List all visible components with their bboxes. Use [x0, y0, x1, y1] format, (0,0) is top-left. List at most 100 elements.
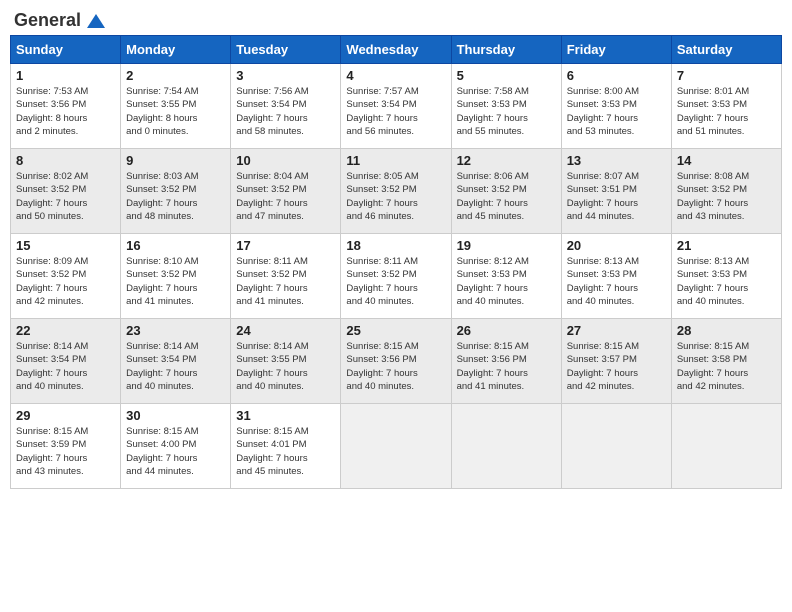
- day-number: 16: [126, 238, 225, 253]
- day-info: Sunrise: 8:01 AMSunset: 3:53 PMDaylight:…: [677, 86, 749, 137]
- header-friday: Friday: [561, 36, 671, 64]
- logo-general: General: [14, 10, 81, 31]
- calendar-cell: 24 Sunrise: 8:14 AMSunset: 3:55 PMDayligh…: [231, 319, 341, 404]
- day-info: Sunrise: 8:09 AMSunset: 3:52 PMDaylight:…: [16, 256, 88, 307]
- day-number: 18: [346, 238, 445, 253]
- calendar-cell: 1Sunrise: 7:53 AMSunset: 3:56 PMDaylight…: [11, 64, 121, 149]
- day-number: 24: [236, 323, 335, 338]
- day-info: Sunrise: 8:12 AMSunset: 3:53 PMDaylight:…: [457, 256, 529, 307]
- header-thursday: Thursday: [451, 36, 561, 64]
- day-number: 1: [16, 68, 115, 83]
- calendar-cell: 29Sunrise: 8:15 AMSunset: 3:59 PMDayligh…: [11, 404, 121, 489]
- day-number: 5: [457, 68, 556, 83]
- day-number: 6: [567, 68, 666, 83]
- calendar-week-5: 29Sunrise: 8:15 AMSunset: 3:59 PMDayligh…: [11, 404, 782, 489]
- calendar-cell: [671, 404, 781, 489]
- header-tuesday: Tuesday: [231, 36, 341, 64]
- calendar-cell: 30 Sunrise: 8:15 AMSunset: 4:00 PMDayligh…: [121, 404, 231, 489]
- day-number: 26: [457, 323, 556, 338]
- day-info: Sunrise: 8:03 AMSunset: 3:52 PMDaylight:…: [126, 171, 198, 222]
- day-number: 9: [126, 153, 225, 168]
- day-number: 23: [126, 323, 225, 338]
- day-number: 17: [236, 238, 335, 253]
- day-number: 29: [16, 408, 115, 423]
- calendar-cell: 15 Sunrise: 8:09 AMSunset: 3:52 PMDayligh…: [11, 234, 121, 319]
- calendar-cell: [341, 404, 451, 489]
- calendar-cell: 6Sunrise: 8:00 AMSunset: 3:53 PMDaylight…: [561, 64, 671, 149]
- calendar-cell: 25 Sunrise: 8:15 AMSunset: 3:56 PMDayligh…: [341, 319, 451, 404]
- day-number: 11: [346, 153, 445, 168]
- day-number: 31: [236, 408, 335, 423]
- calendar-cell: 18 Sunrise: 8:11 AMSunset: 3:52 PMDayligh…: [341, 234, 451, 319]
- day-number: 19: [457, 238, 556, 253]
- header-monday: Monday: [121, 36, 231, 64]
- day-info: Sunrise: 8:15 AMSunset: 3:58 PMDaylight:…: [677, 341, 749, 392]
- day-info: Sunrise: 7:56 AMSunset: 3:54 PMDaylight:…: [236, 86, 308, 137]
- header-wednesday: Wednesday: [341, 36, 451, 64]
- calendar-cell: 17 Sunrise: 8:11 AMSunset: 3:52 PMDayligh…: [231, 234, 341, 319]
- calendar-cell: 31Sunrise: 8:15 AMSunset: 4:01 PMDayligh…: [231, 404, 341, 489]
- header-saturday: Saturday: [671, 36, 781, 64]
- day-number: 8: [16, 153, 115, 168]
- day-number: 3: [236, 68, 335, 83]
- calendar-cell: 4Sunrise: 7:57 AMSunset: 3:54 PMDaylight…: [341, 64, 451, 149]
- day-number: 21: [677, 238, 776, 253]
- calendar-table: SundayMondayTuesdayWednesdayThursdayFrid…: [10, 35, 782, 489]
- day-info: Sunrise: 8:13 AMSunset: 3:53 PMDaylight:…: [677, 256, 749, 307]
- page-header: General: [10, 10, 782, 27]
- calendar-cell: 8 Sunrise: 8:02 AMSunset: 3:52 PMDaylight…: [11, 149, 121, 234]
- calendar-cell: [451, 404, 561, 489]
- day-info: Sunrise: 7:57 AMSunset: 3:54 PMDaylight:…: [346, 86, 418, 137]
- day-info: Sunrise: 7:58 AMSunset: 3:53 PMDaylight:…: [457, 86, 529, 137]
- day-info: Sunrise: 8:14 AMSunset: 3:54 PMDaylight:…: [16, 341, 88, 392]
- day-number: 20: [567, 238, 666, 253]
- day-info: Sunrise: 8:13 AMSunset: 3:53 PMDaylight:…: [567, 256, 639, 307]
- calendar-cell: 21 Sunrise: 8:13 AMSunset: 3:53 PMDayligh…: [671, 234, 781, 319]
- day-number: 10: [236, 153, 335, 168]
- calendar-week-3: 15 Sunrise: 8:09 AMSunset: 3:52 PMDayligh…: [11, 234, 782, 319]
- calendar-cell: 7 Sunrise: 8:01 AMSunset: 3:53 PMDaylight…: [671, 64, 781, 149]
- calendar-cell: 11 Sunrise: 8:05 AMSunset: 3:52 PMDayligh…: [341, 149, 451, 234]
- day-info: Sunrise: 8:06 AMSunset: 3:52 PMDaylight:…: [457, 171, 529, 222]
- calendar-cell: 22 Sunrise: 8:14 AMSunset: 3:54 PMDayligh…: [11, 319, 121, 404]
- calendar-cell: 27Sunrise: 8:15 AMSunset: 3:57 PMDayligh…: [561, 319, 671, 404]
- day-number: 7: [677, 68, 776, 83]
- calendar-cell: 23 Sunrise: 8:14 AMSunset: 3:54 PMDayligh…: [121, 319, 231, 404]
- day-info: Sunrise: 8:14 AMSunset: 3:54 PMDaylight:…: [126, 341, 198, 392]
- day-info: Sunrise: 8:15 AMSunset: 4:00 PMDaylight:…: [126, 426, 198, 477]
- day-number: 12: [457, 153, 556, 168]
- header-sunday: Sunday: [11, 36, 121, 64]
- day-info: Sunrise: 8:11 AMSunset: 3:52 PMDaylight:…: [346, 256, 418, 307]
- day-info: Sunrise: 8:11 AMSunset: 3:52 PMDaylight:…: [236, 256, 308, 307]
- calendar-cell: 28 Sunrise: 8:15 AMSunset: 3:58 PMDayligh…: [671, 319, 781, 404]
- day-info: Sunrise: 8:15 AMSunset: 3:56 PMDaylight:…: [346, 341, 418, 392]
- calendar-cell: 20 Sunrise: 8:13 AMSunset: 3:53 PMDayligh…: [561, 234, 671, 319]
- calendar-week-4: 22 Sunrise: 8:14 AMSunset: 3:54 PMDayligh…: [11, 319, 782, 404]
- day-number: 2: [126, 68, 225, 83]
- calendar-cell: 13Sunrise: 8:07 AMSunset: 3:51 PMDayligh…: [561, 149, 671, 234]
- day-info: Sunrise: 8:10 AMSunset: 3:52 PMDaylight:…: [126, 256, 198, 307]
- day-info: Sunrise: 8:05 AMSunset: 3:52 PMDaylight:…: [346, 171, 418, 222]
- calendar-week-1: 1Sunrise: 7:53 AMSunset: 3:56 PMDaylight…: [11, 64, 782, 149]
- day-info: Sunrise: 8:08 AMSunset: 3:52 PMDaylight:…: [677, 171, 749, 222]
- day-info: Sunrise: 8:04 AMSunset: 3:52 PMDaylight:…: [236, 171, 308, 222]
- calendar-header-row: SundayMondayTuesdayWednesdayThursdayFrid…: [11, 36, 782, 64]
- day-info: Sunrise: 8:15 AMSunset: 3:56 PMDaylight:…: [457, 341, 529, 392]
- day-number: 13: [567, 153, 666, 168]
- day-info: Sunrise: 7:54 AMSunset: 3:55 PMDaylight:…: [126, 86, 198, 137]
- calendar-cell: 26 Sunrise: 8:15 AMSunset: 3:56 PMDayligh…: [451, 319, 561, 404]
- day-number: 28: [677, 323, 776, 338]
- calendar-cell: 12 Sunrise: 8:06 AMSunset: 3:52 PMDayligh…: [451, 149, 561, 234]
- calendar-cell: 19 Sunrise: 8:12 AMSunset: 3:53 PMDayligh…: [451, 234, 561, 319]
- day-number: 22: [16, 323, 115, 338]
- day-number: 15: [16, 238, 115, 253]
- day-number: 30: [126, 408, 225, 423]
- logo: General: [14, 10, 107, 27]
- day-info: Sunrise: 8:14 AMSunset: 3:55 PMDaylight:…: [236, 341, 308, 392]
- day-info: Sunrise: 8:02 AMSunset: 3:52 PMDaylight:…: [16, 171, 88, 222]
- day-number: 25: [346, 323, 445, 338]
- calendar-cell: 16 Sunrise: 8:10 AMSunset: 3:52 PMDayligh…: [121, 234, 231, 319]
- calendar-cell: 14Sunrise: 8:08 AMSunset: 3:52 PMDayligh…: [671, 149, 781, 234]
- calendar-cell: 2 Sunrise: 7:54 AMSunset: 3:55 PMDaylight…: [121, 64, 231, 149]
- day-number: 27: [567, 323, 666, 338]
